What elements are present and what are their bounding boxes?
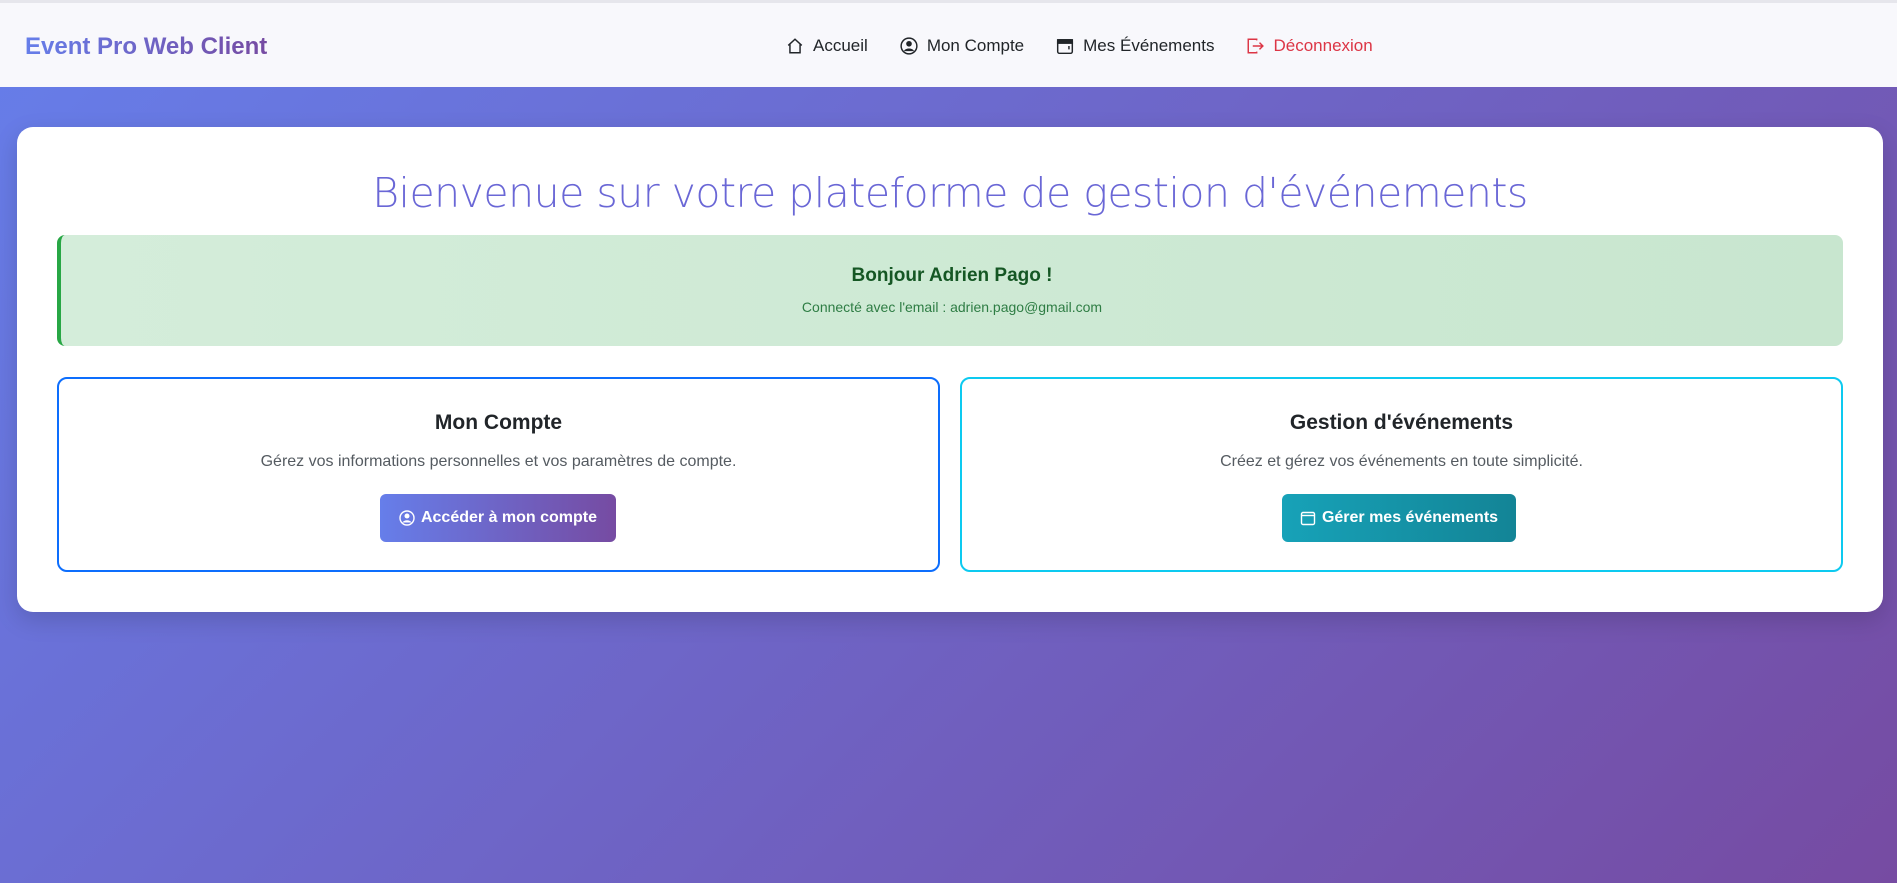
person-circle-icon <box>399 510 415 526</box>
button-label: Gérer mes événements <box>1321 509 1499 526</box>
account-card-description: Gérez vos informations personnelles et v… <box>260 453 737 470</box>
nav-item-accueil[interactable]: Accueil <box>786 36 868 56</box>
events-card-description: Créez et gérez vos événements en toute s… <box>1220 453 1583 470</box>
calendar-icon <box>1300 511 1316 526</box>
nav-item-label: Mes Événements <box>1083 36 1215 55</box>
top-navbar: Event Pro Web Client Accueil Mon Compte … <box>0 0 1897 87</box>
events-card-title: Gestion d'événements <box>1289 411 1514 434</box>
account-card-title: Mon Compte <box>434 411 563 434</box>
manage-events-button[interactable]: Gérer mes événements <box>1282 494 1516 542</box>
house-icon <box>787 38 803 54</box>
button-label: Accéder à mon compte <box>420 509 598 526</box>
welcome-alert: Bonjour Adrien Pago ! Connecté avec l'em… <box>57 235 1843 346</box>
page-title: Bienvenue sur votre plateforme de gestio… <box>372 169 1528 217</box>
access-account-button[interactable]: Accéder à mon compte <box>380 494 616 542</box>
brand-title[interactable]: Event Pro Web Client <box>25 33 267 61</box>
greeting-text: Bonjour Adrien Pago ! <box>851 265 1053 286</box>
nav-item-label: Déconnexion <box>1273 36 1373 55</box>
events-card: Gestion d'événements Créez et gérez vos … <box>960 377 1843 572</box>
nav-item-label: Mon Compte <box>926 36 1025 55</box>
nav-item-label: Accueil <box>813 36 868 55</box>
account-card: Mon Compte Gérez vos informations person… <box>57 377 940 572</box>
nav-item-mes-evenements[interactable]: Mes Événements <box>1056 36 1214 56</box>
calendar-icon <box>1057 39 1074 55</box>
email-info-text: Connecté avec l'email : adrien.pago@gmai… <box>801 299 1103 315</box>
nav-item-mon-compte[interactable]: Mon Compte <box>900 36 1024 56</box>
nav-item-deconnexion[interactable]: Déconnexion <box>1246 36 1373 56</box>
person-circle-icon <box>900 37 918 55</box>
main-nav: Accueil Mon Compte Mes Événements Déconn… <box>786 36 1373 56</box>
logout-icon <box>1248 38 1265 54</box>
main-card: Bienvenue sur votre plateforme de gestio… <box>17 127 1883 612</box>
